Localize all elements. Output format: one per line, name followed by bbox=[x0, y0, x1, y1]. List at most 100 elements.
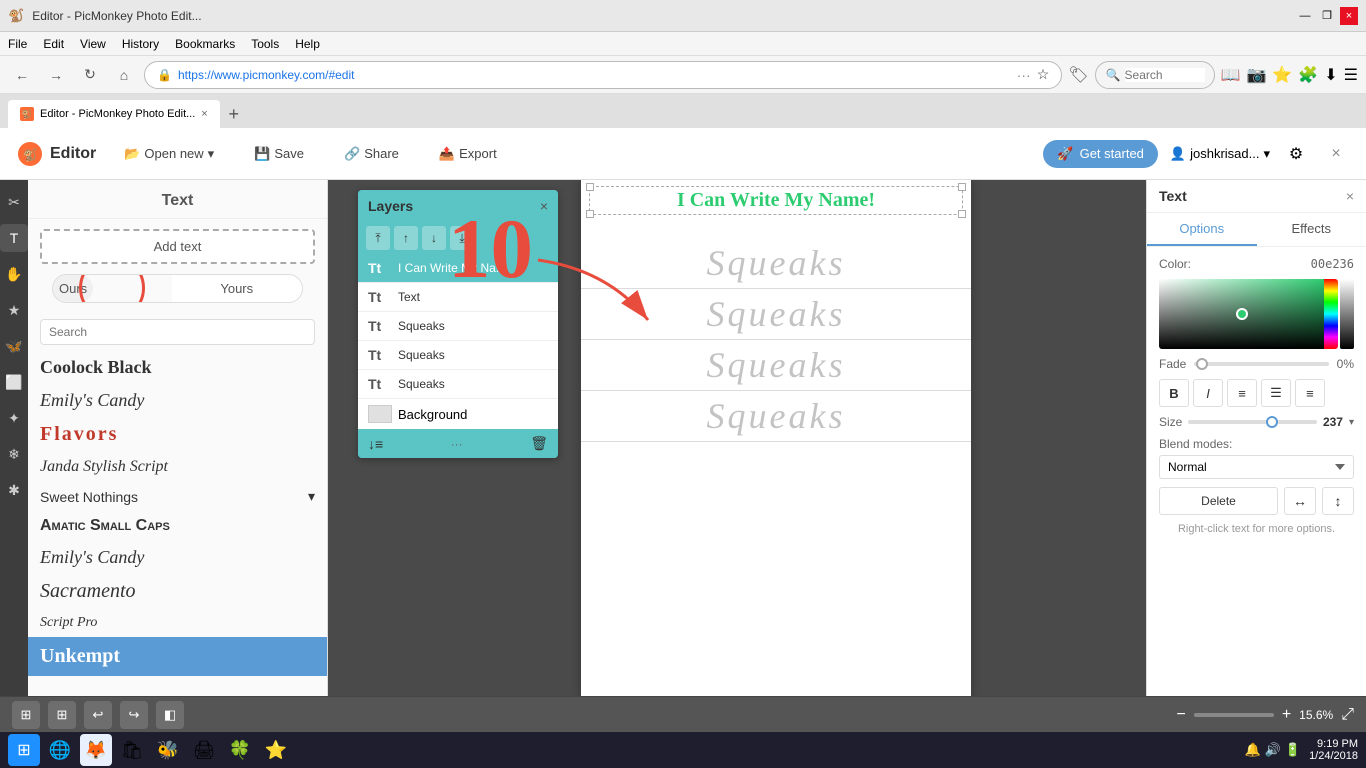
layer-background-item[interactable]: Background bbox=[358, 399, 558, 429]
maximize-button[interactable]: ❐ bbox=[1318, 7, 1336, 25]
yours-tab[interactable]: Yours bbox=[172, 275, 303, 302]
size-slider[interactable] bbox=[1188, 420, 1317, 424]
font-item[interactable]: Sweet Nothings ▾ bbox=[28, 482, 327, 511]
undo-button[interactable]: ↩ bbox=[84, 701, 112, 729]
share-button[interactable]: 🔗 Share bbox=[332, 140, 411, 168]
home-button[interactable]: ⌂ bbox=[110, 61, 138, 89]
font-item[interactable]: Coolock Black bbox=[28, 351, 327, 384]
layers-toggle-button[interactable]: ⊞ bbox=[12, 701, 40, 729]
url-input[interactable] bbox=[178, 68, 1011, 82]
zoom-out-button[interactable]: − bbox=[1176, 706, 1185, 724]
compare-button[interactable]: ◧ bbox=[156, 701, 184, 729]
menu-bookmarks[interactable]: Bookmarks bbox=[175, 37, 235, 51]
font-item-active[interactable]: Unkempt bbox=[28, 637, 327, 676]
color-picker-lightness-strip[interactable] bbox=[1340, 279, 1354, 349]
more-icon[interactable]: ··· bbox=[1017, 67, 1031, 83]
tab-close-button[interactable]: × bbox=[201, 108, 207, 120]
menu-view[interactable]: View bbox=[80, 37, 106, 51]
squeak-row[interactable]: Squeaks bbox=[581, 391, 971, 442]
fade-slider[interactable] bbox=[1194, 362, 1328, 366]
taskbar-icon-printer[interactable]: 🖨 bbox=[188, 734, 220, 766]
color-picker-handle[interactable] bbox=[1236, 308, 1248, 320]
frames-tool[interactable]: ⬜ bbox=[0, 368, 28, 396]
get-started-button[interactable]: 🚀 Get started bbox=[1043, 140, 1158, 168]
search-input[interactable] bbox=[1125, 68, 1205, 82]
size-dropdown-button[interactable]: ▾ bbox=[1349, 417, 1354, 428]
add-text-button[interactable]: Add text bbox=[40, 229, 315, 264]
right-panel-close-button[interactable]: × bbox=[1346, 188, 1354, 204]
menu-tools[interactable]: Tools bbox=[251, 37, 279, 51]
handle-tr[interactable] bbox=[958, 183, 966, 191]
snowflake-tool[interactable]: ❄ bbox=[0, 440, 28, 468]
browser-tab[interactable]: 🐒 Editor - PicMonkey Photo Edit... × bbox=[8, 100, 220, 128]
color-picker-gradient[interactable] bbox=[1159, 279, 1324, 349]
bookmark-icon[interactable]: ☆ bbox=[1037, 66, 1050, 83]
font-item[interactable]: Janda Stylish Script bbox=[28, 452, 327, 482]
texture-tool[interactable]: ✦ bbox=[0, 404, 28, 432]
handle-br[interactable] bbox=[958, 210, 966, 218]
taskbar-icon-star[interactable]: ⭐ bbox=[260, 734, 292, 766]
header-close-button[interactable]: × bbox=[1322, 140, 1350, 168]
handle-bl[interactable] bbox=[586, 210, 594, 218]
new-tab-button[interactable]: + bbox=[220, 100, 248, 128]
layer-up-button[interactable]: ↑ bbox=[394, 226, 418, 250]
layer-down-button[interactable]: ↓ bbox=[422, 226, 446, 250]
layer-move-down-icon[interactable]: ↓≡ bbox=[368, 436, 383, 452]
handle-tl[interactable] bbox=[586, 183, 594, 191]
export-button[interactable]: 📤 Export bbox=[427, 140, 509, 168]
menu-help[interactable]: Help bbox=[295, 37, 320, 51]
brush-tool[interactable]: ✱ bbox=[0, 476, 28, 504]
close-button[interactable]: × bbox=[1340, 7, 1358, 25]
settings-button[interactable]: ⚙ bbox=[1282, 140, 1310, 168]
blend-select[interactable]: Normal Multiply Screen Overlay bbox=[1159, 455, 1354, 479]
taskbar-start[interactable]: ⊞ bbox=[8, 734, 40, 766]
star-icon[interactable]: ⭐ bbox=[1272, 65, 1292, 85]
back-button[interactable]: ← bbox=[8, 61, 36, 89]
menu-history[interactable]: History bbox=[122, 37, 159, 51]
save-button[interactable]: 💾 Save bbox=[242, 140, 316, 168]
touch-tool[interactable]: ✋ bbox=[0, 260, 28, 288]
resize-button[interactable]: ↕ bbox=[1322, 487, 1354, 515]
menu-edit[interactable]: Edit bbox=[43, 37, 64, 51]
effects-tool[interactable]: ★ bbox=[0, 296, 28, 324]
zoom-in-button[interactable]: + bbox=[1282, 706, 1291, 724]
taskbar-icon-firefox[interactable]: 🦊 bbox=[80, 734, 112, 766]
font-item[interactable]: Sacramento bbox=[28, 574, 327, 609]
zoom-slider[interactable] bbox=[1194, 713, 1274, 717]
color-picker-hue-strip[interactable] bbox=[1324, 279, 1338, 349]
italic-button[interactable]: I bbox=[1193, 379, 1223, 407]
grid-button[interactable]: ⊞ bbox=[48, 701, 76, 729]
taskbar-icon-bee[interactable]: 🐝 bbox=[152, 734, 184, 766]
align-left-button[interactable]: ≡ bbox=[1227, 379, 1257, 407]
font-item[interactable]: Amatic Small Caps bbox=[28, 511, 327, 541]
layer-to-top-button[interactable]: ⤒ bbox=[366, 226, 390, 250]
taskbar-icon-store[interactable]: 🛍 bbox=[116, 734, 148, 766]
text-tool[interactable]: T bbox=[0, 224, 28, 252]
font-item[interactable]: Flavors bbox=[28, 417, 327, 452]
canvas-background[interactable]: 10 I Can Write My Name! bbox=[328, 180, 1146, 696]
camera-icon[interactable]: 📷 bbox=[1246, 65, 1266, 85]
minimize-button[interactable]: — bbox=[1296, 7, 1314, 25]
forward-button[interactable]: → bbox=[42, 61, 70, 89]
delete-button[interactable]: Delete bbox=[1159, 487, 1278, 515]
align-right-button[interactable]: ≡ bbox=[1295, 379, 1325, 407]
taskbar-icon-clover[interactable]: 🍀 bbox=[224, 734, 256, 766]
user-info[interactable]: 👤 joshkrisad... ▾ bbox=[1170, 146, 1270, 162]
redo-button[interactable]: ↪ bbox=[120, 701, 148, 729]
extensions-icon[interactable]: 🧩 bbox=[1298, 65, 1318, 85]
butterfly-tool[interactable]: 🦋 bbox=[0, 332, 28, 360]
pocket-icon[interactable]: 🏷 bbox=[1068, 65, 1088, 85]
reading-list-icon[interactable]: 📖 bbox=[1221, 65, 1241, 85]
refresh-button[interactable]: ↻ bbox=[76, 61, 104, 89]
open-new-button[interactable]: 📂 Open new ▾ bbox=[112, 140, 226, 168]
layer-item[interactable]: Tt Squeaks bbox=[358, 370, 558, 399]
effects-tab[interactable]: Effects bbox=[1257, 213, 1366, 246]
taskbar-icon-globe[interactable]: 🌐 bbox=[44, 734, 76, 766]
layer-delete-button[interactable]: 🗑 bbox=[530, 435, 548, 452]
font-item[interactable]: Script Pro bbox=[28, 609, 327, 637]
color-picker[interactable] bbox=[1159, 279, 1354, 349]
font-search-input[interactable] bbox=[40, 319, 315, 345]
menu-file[interactable]: File bbox=[8, 37, 27, 51]
align-center-button[interactable]: ☰ bbox=[1261, 379, 1291, 407]
canvas-title[interactable]: I Can Write My Name! bbox=[592, 189, 960, 212]
